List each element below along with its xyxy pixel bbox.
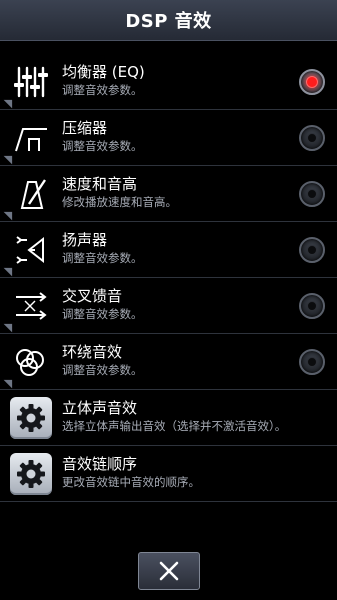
effects-list: 均衡器 (EQ) 调整音效参数。 压缩器 调整音效参数。 速度和音高 修改播放速… — [0, 54, 337, 502]
item-name: 交叉馈音 — [62, 287, 123, 305]
list-item-surround[interactable]: 环绕音效 调整音效参数。 — [0, 334, 337, 390]
compressor-icon — [8, 116, 54, 160]
list-item-equalizer[interactable]: 均衡器 (EQ) 调整音效参数。 — [0, 54, 337, 110]
toggle-surround[interactable] — [299, 349, 325, 375]
list-item-speaker[interactable]: 扬声器 调整音效参数。 — [0, 222, 337, 278]
toggle-tempo-pitch[interactable] — [299, 181, 325, 207]
crossfeed-icon — [8, 284, 54, 328]
item-name: 扬声器 — [62, 231, 108, 249]
item-description: 更改音效链中音效的顺序。 — [62, 475, 200, 489]
item-description: 调整音效参数。 — [62, 307, 143, 321]
list-item-compressor[interactable]: 压缩器 调整音效参数。 — [0, 110, 337, 166]
gear-icon — [8, 452, 54, 496]
item-name: 均衡器 (EQ) — [62, 63, 145, 81]
item-name: 环绕音效 — [62, 343, 123, 361]
equalizer-icon — [8, 60, 54, 104]
close-button[interactable] — [138, 552, 200, 590]
toggle-crossfeed[interactable] — [299, 293, 325, 319]
item-name: 立体声音效 — [62, 399, 138, 417]
gear-icon — [8, 396, 54, 440]
item-description: 选择立体声输出音效（选择并不激活音效）。 — [62, 419, 287, 433]
surround-icon — [8, 340, 54, 384]
item-description: 调整音效参数。 — [62, 83, 143, 97]
list-item-crossfeed[interactable]: 交叉馈音 调整音效参数。 — [0, 278, 337, 334]
title-bar: DSP 音效 — [0, 0, 337, 41]
toggle-speaker[interactable] — [299, 237, 325, 263]
toggle-equalizer[interactable] — [299, 69, 325, 95]
item-description: 调整音效参数。 — [62, 251, 143, 265]
page-title: DSP 音效 — [125, 11, 212, 32]
item-description: 修改播放速度和音高。 — [62, 195, 177, 209]
toggle-compressor[interactable] — [299, 125, 325, 151]
metronome-icon — [8, 172, 54, 216]
close-icon — [159, 561, 179, 581]
list-item-tempo-pitch[interactable]: 速度和音高 修改播放速度和音高。 — [0, 166, 337, 222]
list-item-stereo[interactable]: 立体声音效 选择立体声输出音效（选择并不激活音效）。 — [0, 390, 337, 446]
speaker-icon — [8, 228, 54, 272]
item-name: 速度和音高 — [62, 175, 138, 193]
item-name: 压缩器 — [62, 119, 108, 137]
item-description: 调整音效参数。 — [62, 139, 143, 153]
list-item-effect-chain[interactable]: 音效链顺序 更改音效链中音效的顺序。 — [0, 446, 337, 502]
item-description: 调整音效参数。 — [62, 363, 143, 377]
item-name: 音效链顺序 — [62, 455, 138, 473]
